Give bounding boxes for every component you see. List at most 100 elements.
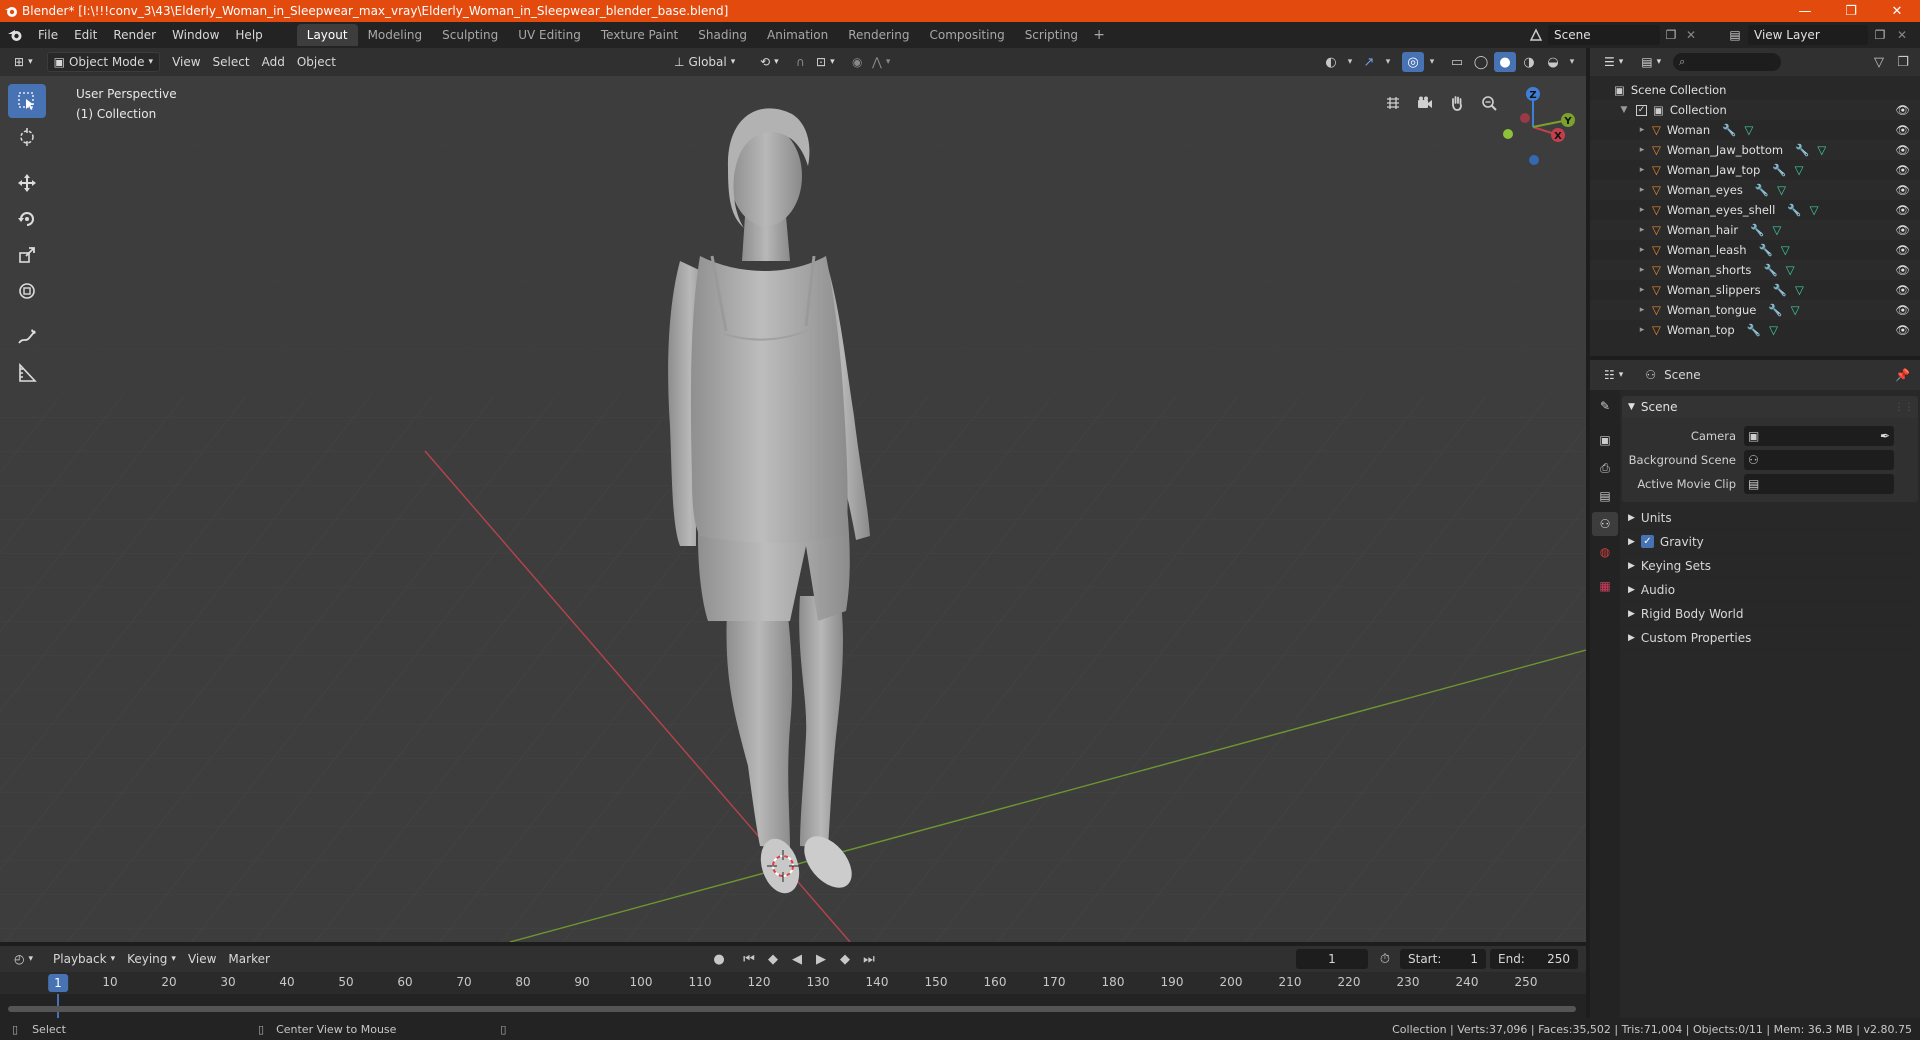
expand-toggle-icon[interactable]: ▸ <box>1636 145 1648 155</box>
eye-icon[interactable]: 👁 <box>1895 223 1910 237</box>
tab-scripting[interactable]: Scripting <box>1015 24 1088 46</box>
mesh-data-icon[interactable]: ▽ <box>1795 163 1804 177</box>
remove-scene-icon[interactable]: ✕ <box>1682 28 1700 42</box>
camera-view-icon[interactable] <box>1412 90 1438 116</box>
mesh-data-icon[interactable]: ▽ <box>1810 203 1819 217</box>
eye-icon[interactable]: 👁 <box>1895 203 1910 217</box>
3d-viewport[interactable]: User Perspective (1) Collection Z X Y <box>0 76 1586 942</box>
pin-icon[interactable]: 📌 <box>1895 368 1910 382</box>
timeline-ruler[interactable]: 1 10 20 30 40 50 60 70 80 90 100 110 120… <box>0 972 1586 994</box>
tab-texture-paint[interactable]: Texture Paint <box>591 24 688 46</box>
eyedropper-icon[interactable]: ✒ <box>1880 429 1890 443</box>
mesh-data-icon[interactable]: ▽ <box>1795 283 1804 297</box>
stopwatch-icon[interactable]: ⏱ <box>1374 949 1396 969</box>
modifier-wrench-icon[interactable]: 🔧 <box>1772 163 1786 177</box>
add-workspace-button[interactable]: + <box>1088 24 1110 46</box>
mesh-data-icon[interactable]: ▽ <box>1786 263 1795 277</box>
background-scene-field[interactable]: ⚇ <box>1744 450 1894 470</box>
outliner-search-input[interactable]: ⌕ <box>1673 53 1782 71</box>
wireframe-shading-icon[interactable]: ◯ <box>1470 52 1492 72</box>
chevron-down-icon[interactable]: ▾ <box>1566 52 1578 72</box>
modifier-wrench-icon[interactable]: 🔧 <box>1722 123 1736 137</box>
menu-help[interactable]: Help <box>227 24 270 46</box>
outliner-object-row[interactable]: ▸ ▽ Woman_top 🔧 ▽ 👁 <box>1590 320 1920 340</box>
navigation-gizmo[interactable]: Z X Y <box>1488 82 1578 172</box>
audio-panel-header[interactable]: ▶ Audio <box>1622 578 1918 602</box>
mesh-data-icon[interactable]: ▽ <box>1781 243 1790 257</box>
expand-toggle-icon[interactable]: ▸ <box>1636 325 1648 335</box>
menu-keying[interactable]: Keying ▾ <box>121 949 182 969</box>
timeline-track-area[interactable] <box>0 994 1586 1018</box>
tool-tab-icon[interactable]: ✎ <box>1592 394 1618 418</box>
scene-collection-row[interactable]: ▣ Scene Collection <box>1590 80 1920 100</box>
outliner-object-row[interactable]: ▸ ▽ Woman 🔧 ▽ 👁 <box>1590 120 1920 140</box>
eye-icon[interactable]: 👁 <box>1895 143 1910 157</box>
scale-tool[interactable] <box>8 238 46 272</box>
scene-tab-icon[interactable]: ⚇ <box>1592 512 1618 536</box>
remove-view-layer-icon[interactable]: ✕ <box>1892 28 1912 42</box>
mesh-data-icon[interactable]: ▽ <box>1791 303 1800 317</box>
tab-rendering[interactable]: Rendering <box>838 24 919 46</box>
tab-compositing[interactable]: Compositing <box>919 24 1014 46</box>
jump-end-icon[interactable]: ⏭ <box>858 949 880 969</box>
view-layer-name-field[interactable]: View Layer <box>1748 25 1868 45</box>
menu-render[interactable]: Render <box>105 24 164 46</box>
new-scene-icon[interactable]: ❐ <box>1660 28 1682 42</box>
play-reverse-icon[interactable]: ◀ <box>786 949 808 969</box>
camera-field[interactable]: ▣ ✒ <box>1744 426 1894 446</box>
timeline-scrollbar[interactable] <box>8 1006 1576 1012</box>
eye-icon[interactable]: 👁 <box>1895 123 1910 137</box>
scene-panel-header[interactable]: ▼ Scene ⋮⋮ <box>1622 396 1918 418</box>
view-layer-tab-icon[interactable]: ▤ <box>1592 484 1618 508</box>
mesh-data-icon[interactable]: ▽ <box>1777 183 1786 197</box>
transform-tool[interactable] <box>8 274 46 308</box>
tab-layout[interactable]: Layout <box>296 24 358 46</box>
eye-icon[interactable]: 👁 <box>1895 183 1910 197</box>
view-layer-icon[interactable]: ▤ <box>1722 28 1748 42</box>
menu-select[interactable]: Select <box>207 52 256 72</box>
modifier-wrench-icon[interactable]: 🔧 <box>1763 263 1777 277</box>
solid-shading-icon[interactable]: ● <box>1494 52 1516 72</box>
outliner-object-row[interactable]: ▸ ▽ Woman_shorts 🔧 ▽ 👁 <box>1590 260 1920 280</box>
cursor-tool[interactable] <box>8 120 46 154</box>
expand-toggle-icon[interactable]: ▸ <box>1636 125 1648 135</box>
play-icon[interactable]: ▶ <box>810 949 832 969</box>
modifier-wrench-icon[interactable]: 🔧 <box>1758 243 1772 257</box>
menu-window[interactable]: Window <box>164 24 227 46</box>
texture-tab-icon[interactable]: ▦ <box>1592 574 1618 598</box>
expand-toggle-icon[interactable]: ▸ <box>1636 185 1648 195</box>
playhead-frame[interactable]: 1 <box>48 974 68 992</box>
tab-sculpting[interactable]: Sculpting <box>432 24 508 46</box>
tab-modeling[interactable]: Modeling <box>358 24 433 46</box>
movie-clip-field[interactable]: ▤ <box>1744 474 1894 494</box>
current-frame-field[interactable]: 1 <box>1296 949 1368 969</box>
start-frame-field[interactable]: Start: 1 <box>1400 949 1486 969</box>
measure-tool[interactable] <box>8 356 46 390</box>
tab-uv-editing[interactable]: UV Editing <box>508 24 591 46</box>
eye-icon[interactable]: 👁 <box>1895 323 1910 337</box>
select-box-tool[interactable] <box>8 84 46 118</box>
rendered-shading-icon[interactable]: ◒ <box>1542 52 1564 72</box>
grid-view-icon[interactable] <box>1380 90 1406 116</box>
outliner-editor-type-button[interactable]: ☰ ▾ <box>1598 52 1629 72</box>
eye-icon[interactable]: 👁 <box>1895 243 1910 257</box>
close-button[interactable]: ✕ <box>1874 0 1920 22</box>
outliner-object-row[interactable]: ▸ ▽ Woman_eyes 🔧 ▽ 👁 <box>1590 180 1920 200</box>
render-tab-icon[interactable]: ▣ <box>1592 428 1618 452</box>
timeline-menu-view[interactable]: View <box>182 949 222 969</box>
gravity-panel-header[interactable]: ▶ ✓ Gravity <box>1622 530 1918 554</box>
collection-checkbox[interactable]: ✓ <box>1636 104 1647 116</box>
snap-target-button[interactable]: ⊡ ▾ <box>810 52 841 72</box>
drag-handle-icon[interactable]: ⋮⋮ <box>1894 402 1914 413</box>
expand-toggle-icon[interactable]: ▼ <box>1618 105 1630 115</box>
mesh-data-icon[interactable]: ▽ <box>1817 143 1826 157</box>
keying-sets-panel-header[interactable]: ▶ Keying Sets <box>1622 554 1918 578</box>
outliner-object-row[interactable]: ▸ ▽ Woman_tongue 🔧 ▽ 👁 <box>1590 300 1920 320</box>
eye-icon[interactable]: 👁 <box>1895 103 1910 117</box>
menu-file[interactable]: File <box>30 24 66 46</box>
outliner-object-row[interactable]: ▸ ▽ Woman_slippers 🔧 ▽ 👁 <box>1590 280 1920 300</box>
end-frame-field[interactable]: End: 250 <box>1490 949 1578 969</box>
tab-shading[interactable]: Shading <box>688 24 757 46</box>
properties-editor-type-button[interactable]: ☷ ▾ <box>1598 365 1629 385</box>
maximize-button[interactable]: ❐ <box>1828 0 1874 22</box>
